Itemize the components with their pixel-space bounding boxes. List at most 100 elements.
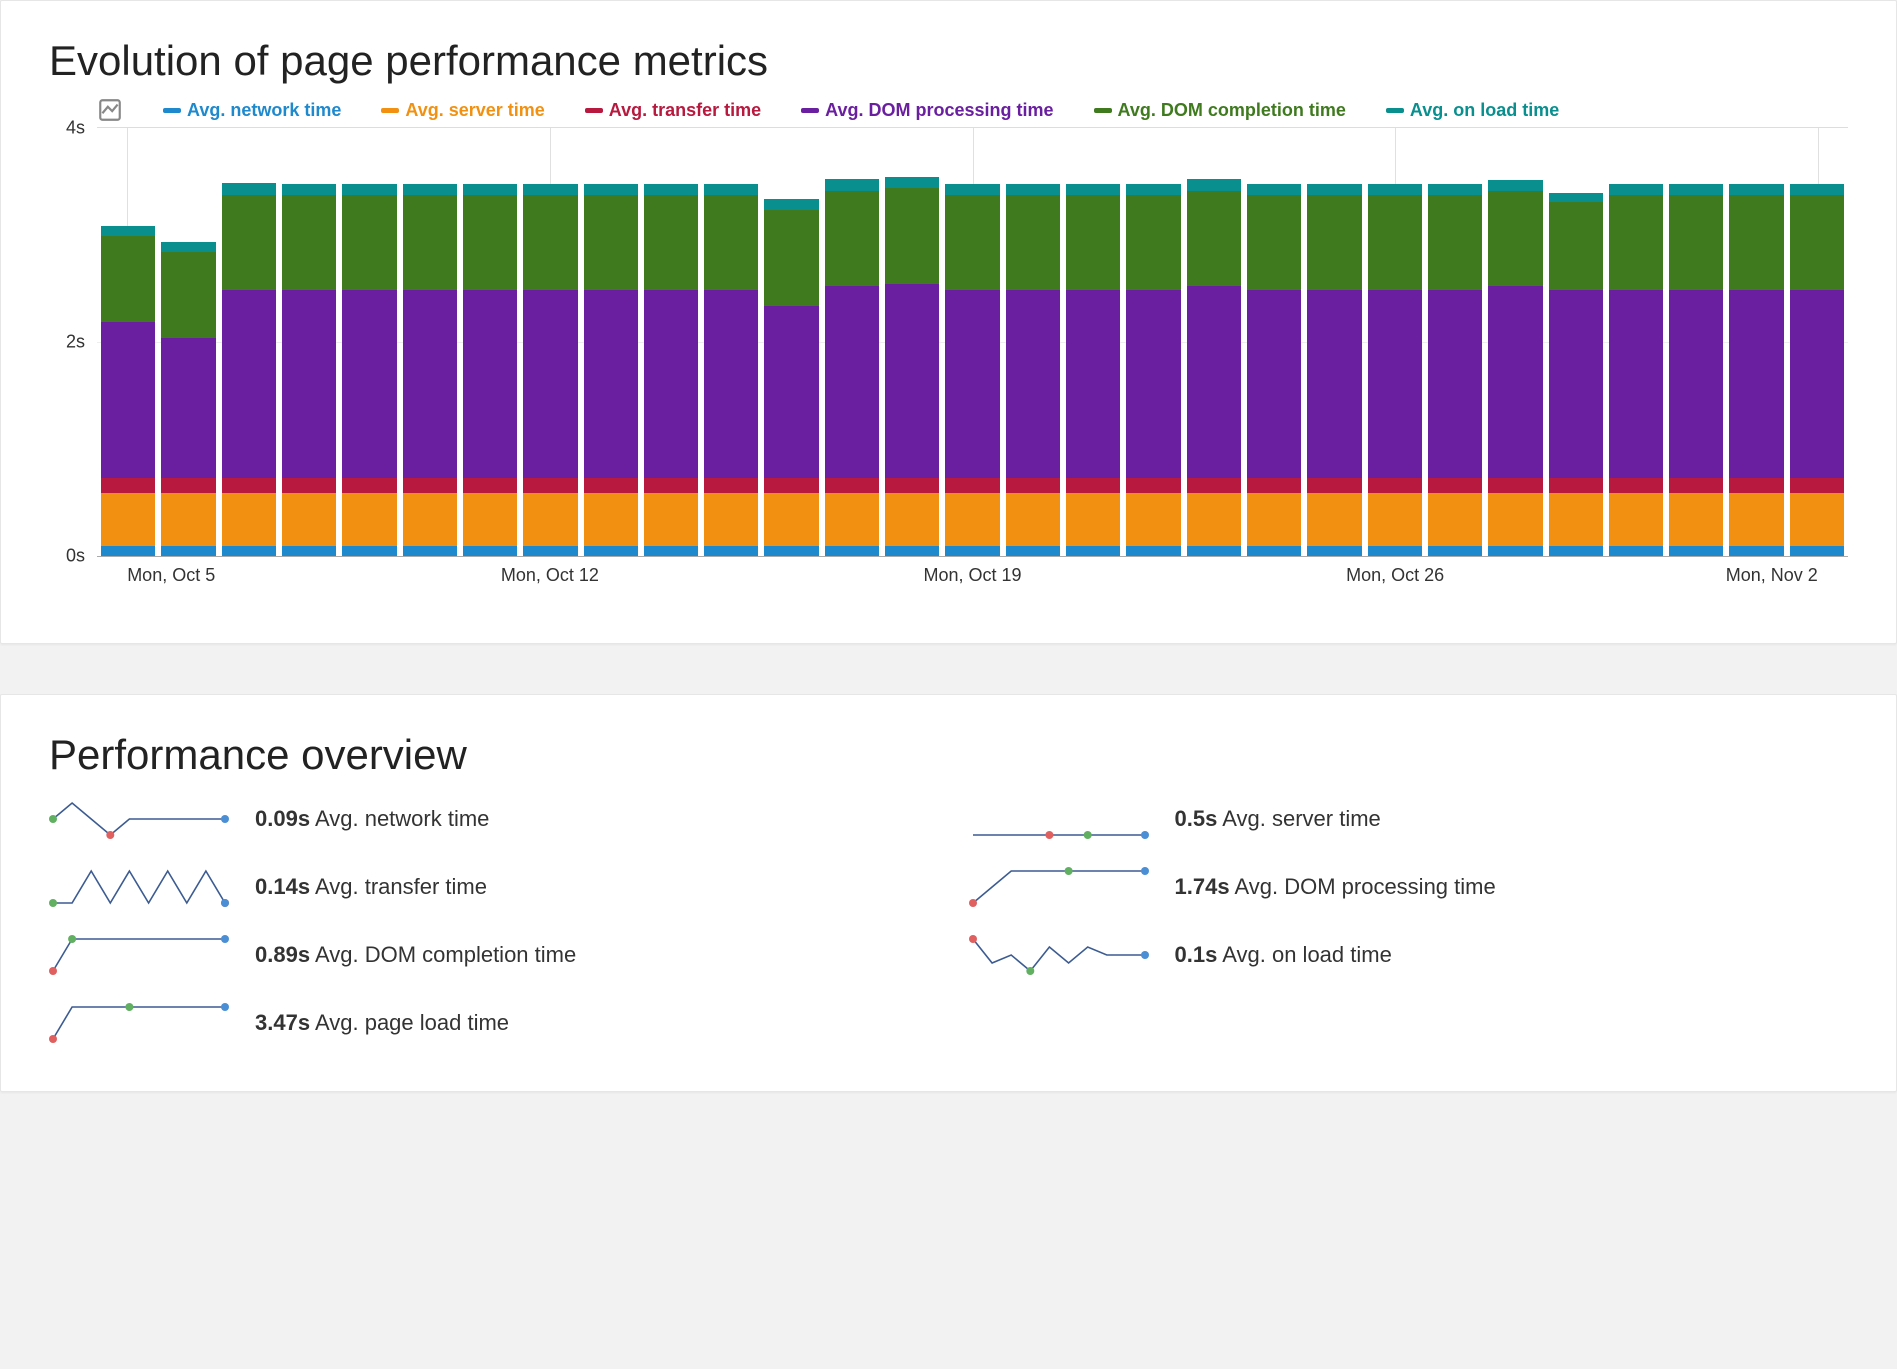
bar-segment: [463, 493, 517, 547]
stacked-bar[interactable]: [1790, 184, 1844, 556]
sparkline[interactable]: [49, 935, 229, 975]
stacked-bar[interactable]: [403, 184, 457, 556]
bar-segment: [945, 290, 999, 477]
stacked-bar[interactable]: [1428, 184, 1482, 556]
bar-segment: [1790, 478, 1844, 493]
metric-value: 0.89s: [255, 942, 310, 967]
bar-segment: [885, 284, 939, 478]
stacked-bar[interactable]: [342, 184, 396, 556]
sparkline[interactable]: [49, 799, 229, 839]
legend-label: Avg. server time: [405, 100, 544, 121]
metric-label: Avg. network time: [315, 806, 489, 831]
stacked-bar[interactable]: [1006, 184, 1060, 556]
stacked-bar[interactable]: [1609, 184, 1663, 556]
metric-value: 0.1s: [1175, 942, 1218, 967]
stacked-bar[interactable]: [1549, 193, 1603, 556]
bar-segment: [403, 184, 457, 195]
bar-segment: [161, 242, 215, 252]
sparkline[interactable]: [969, 867, 1149, 907]
bar-segment: [1368, 478, 1422, 493]
bar-segment: [885, 546, 939, 556]
bar-segment: [161, 493, 215, 547]
bar-segment: [222, 478, 276, 493]
bar-segment: [1066, 195, 1120, 291]
bar-segment: [764, 199, 818, 210]
sparkline[interactable]: [49, 867, 229, 907]
x-axis: Mon, Oct 5Mon, Oct 12Mon, Oct 19Mon, Oct…: [97, 565, 1848, 595]
bar-segment: [825, 179, 879, 191]
bar-segment: [282, 493, 336, 547]
bar-segment: [1368, 546, 1422, 556]
bar-segment: [1368, 184, 1422, 195]
bar-segment: [1126, 546, 1180, 556]
stacked-bar[interactable]: [1488, 180, 1542, 556]
bar-segment: [1549, 202, 1603, 290]
legend-swatch: [381, 108, 399, 113]
bar-segment: [1609, 184, 1663, 195]
bar-segment: [1247, 184, 1301, 195]
chart-plot-area[interactable]: 0s2s4s: [97, 127, 1848, 557]
stacked-bar[interactable]: [704, 184, 758, 556]
metric-text: 1.74s Avg. DOM processing time: [1175, 874, 1496, 900]
bar-segment: [342, 195, 396, 291]
stacked-bar[interactable]: [161, 242, 215, 556]
bar-segment: [1609, 195, 1663, 291]
bar-segment: [1790, 493, 1844, 547]
bar-segment: [523, 290, 577, 477]
stacked-bar[interactable]: [764, 199, 818, 556]
chart-type-icon[interactable]: [97, 97, 123, 123]
bar-segment: [222, 290, 276, 477]
stacked-bar[interactable]: [1669, 184, 1723, 556]
stacked-bar[interactable]: [101, 226, 155, 556]
bar-segment: [945, 184, 999, 195]
x-tick-label: Mon, Oct 19: [923, 565, 1021, 586]
metric-label: Avg. server time: [1222, 806, 1381, 831]
stacked-bar[interactable]: [1307, 184, 1361, 556]
bar-segment: [101, 236, 155, 322]
stacked-bar[interactable]: [282, 184, 336, 556]
bar-segment: [1609, 290, 1663, 477]
legend-item[interactable]: Avg. on load time: [1386, 100, 1559, 121]
bar-segment: [1368, 195, 1422, 291]
stacked-bar[interactable]: [222, 183, 276, 556]
legend-item[interactable]: Avg. server time: [381, 100, 544, 121]
stacked-bar[interactable]: [825, 179, 879, 556]
legend-item[interactable]: Avg. transfer time: [585, 100, 761, 121]
bar-segment: [1790, 290, 1844, 477]
stacked-bar[interactable]: [1126, 184, 1180, 556]
bar-segment: [584, 546, 638, 556]
legend-label: Avg. network time: [187, 100, 341, 121]
bar-segment: [1488, 191, 1542, 287]
sparkline[interactable]: [969, 799, 1149, 839]
stacked-bar[interactable]: [945, 184, 999, 556]
stacked-bar[interactable]: [1187, 179, 1241, 556]
stacked-bar[interactable]: [523, 184, 577, 556]
stacked-bar[interactable]: [584, 184, 638, 556]
legend-item[interactable]: Avg. network time: [163, 100, 341, 121]
x-tick-label: Mon, Oct 12: [501, 565, 599, 586]
stacked-bar[interactable]: [1729, 184, 1783, 556]
bar-segment: [403, 546, 457, 556]
stacked-bar[interactable]: [644, 184, 698, 556]
stacked-bar[interactable]: [1066, 184, 1120, 556]
bar-segment: [825, 478, 879, 493]
metric-label: Avg. page load time: [315, 1010, 509, 1035]
bar-segment: [282, 546, 336, 556]
bars-container: [97, 128, 1848, 556]
sparkline[interactable]: [49, 1003, 229, 1043]
legend-swatch: [1386, 108, 1404, 113]
stacked-bar[interactable]: [885, 177, 939, 556]
evolution-title: Evolution of page performance metrics: [49, 37, 1848, 85]
bar-segment: [101, 493, 155, 547]
stacked-bar[interactable]: [1247, 184, 1301, 556]
bar-segment: [403, 290, 457, 477]
stacked-bar[interactable]: [463, 184, 517, 556]
bar-segment: [1790, 546, 1844, 556]
legend-item[interactable]: Avg. DOM processing time: [801, 100, 1053, 121]
sparkline[interactable]: [969, 935, 1149, 975]
legend-item[interactable]: Avg. DOM completion time: [1094, 100, 1346, 121]
legend-swatch: [1094, 108, 1112, 113]
bar-segment: [584, 493, 638, 547]
stacked-bar[interactable]: [1368, 184, 1422, 556]
bar-segment: [1488, 546, 1542, 556]
